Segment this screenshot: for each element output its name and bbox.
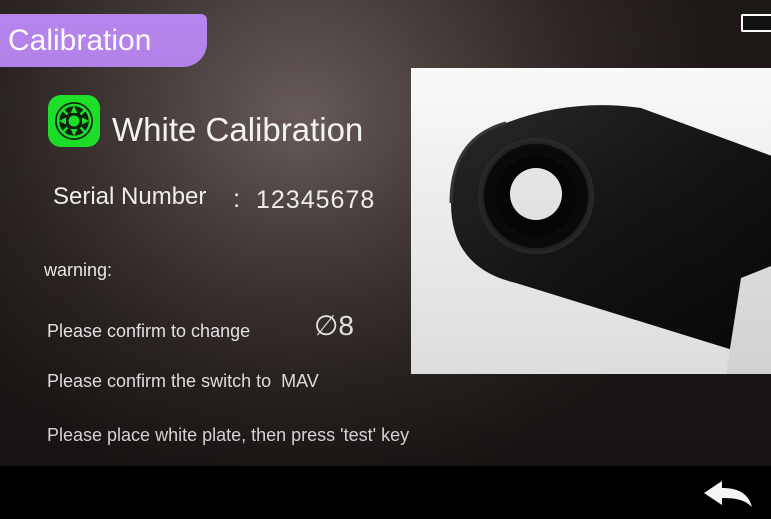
serial-number-label: Serial Number: [53, 183, 207, 210]
title-tab: Calibration: [0, 14, 207, 67]
white-calibration-icon: [48, 95, 100, 147]
instrument-photo: [411, 68, 771, 374]
serial-number-colon: :: [233, 183, 241, 213]
confirm-switch-text: Please confirm the switch to: [47, 371, 272, 391]
calibration-screen: Calibration White Calibration Serial Num…: [0, 0, 771, 519]
confirm-aperture-text: Please confirm to change: [47, 321, 251, 341]
confirm-switch-line: Please confirm the switch to MAV: [47, 370, 319, 392]
warning-label: warning:: [44, 260, 113, 280]
serial-number-value: 12345678: [256, 186, 376, 214]
switch-mode-value: MAV: [281, 371, 319, 391]
battery-icon: [741, 14, 771, 32]
bottom-bar: [0, 466, 771, 519]
page-title: Calibration: [8, 24, 152, 57]
aperture-value: ∅8: [314, 310, 354, 341]
white-plate-instruction: Please place white plate, then press 'te…: [47, 425, 410, 445]
back-arrow-icon[interactable]: [702, 479, 754, 509]
white-calibration-heading: White Calibration: [112, 111, 364, 148]
